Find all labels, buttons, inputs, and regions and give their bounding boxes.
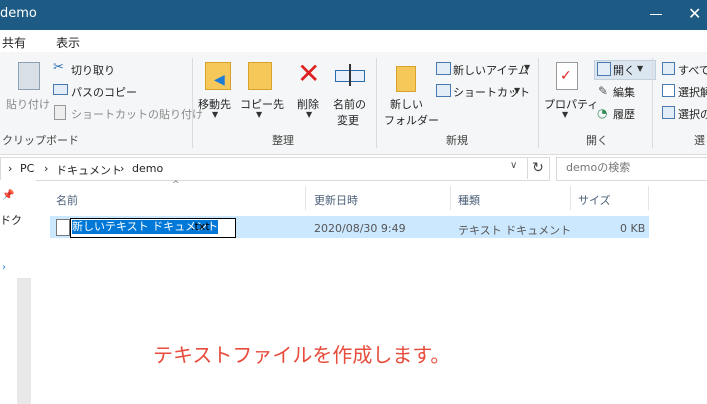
window-title: demo: [0, 6, 37, 21]
column-header-type[interactable]: 種類: [458, 192, 480, 208]
ribbon-separator: [376, 58, 377, 148]
column-header-name[interactable]: 名前: [56, 192, 78, 208]
paste-icon: [18, 62, 40, 90]
sort-arrow-icon: ^: [172, 180, 180, 190]
invert-selection-button[interactable]: 選択の: [678, 106, 707, 122]
new-item-button[interactable]: 新しいアイテム: [453, 62, 529, 78]
file-size: 0 KB: [620, 222, 646, 235]
column-separator[interactable]: [570, 186, 571, 210]
open-icon: [597, 62, 611, 76]
group-label-clipboard: クリップボード: [2, 134, 79, 147]
column-separator[interactable]: [305, 186, 306, 210]
rename-icon: [333, 62, 367, 88]
new-folder-button-line2[interactable]: フォルダー: [384, 112, 439, 128]
chevron-down-icon: ▼: [524, 63, 531, 72]
edit-icon: ✎: [598, 84, 609, 98]
edit-button[interactable]: 編集: [613, 84, 635, 100]
nav-item-documents[interactable]: ドク: [0, 212, 22, 228]
title-bar: [0, 0, 707, 30]
breadcrumb-sep-icon: ›: [44, 162, 49, 175]
chevron-down-icon: ▼: [562, 110, 569, 119]
tab-view[interactable]: 表示: [56, 34, 80, 51]
chevron-right-icon[interactable]: ›: [2, 262, 6, 273]
refresh-button[interactable]: ↻: [527, 158, 548, 179]
select-all-button[interactable]: すべて: [678, 62, 707, 78]
copy-path-icon: [53, 84, 68, 95]
copy-path-button[interactable]: パスのコピー: [71, 84, 137, 100]
chevron-down-icon: ▼: [212, 110, 219, 119]
file-type: テキスト ドキュメント: [458, 224, 572, 237]
ribbon-separator: [652, 58, 653, 148]
copy-to-icon: [248, 62, 272, 90]
column-header-modified[interactable]: 更新日時: [314, 192, 358, 208]
paste-shortcut-icon: [54, 105, 66, 120]
history-button[interactable]: 履歴: [613, 106, 635, 122]
close-icon[interactable]: ✕: [688, 4, 701, 23]
chevron-down-icon: ▼: [637, 64, 644, 73]
rename-button[interactable]: 名前の: [333, 96, 366, 112]
chevron-down-icon: ▼: [306, 110, 313, 119]
breadcrumb-demo[interactable]: demo: [132, 162, 163, 175]
minimize-icon[interactable]: [650, 14, 662, 15]
breadcrumb-documents[interactable]: ドキュメント: [56, 162, 122, 178]
pin-icon[interactable]: 📌: [2, 190, 14, 201]
chevron-down-icon: ▼: [514, 86, 521, 95]
open-button[interactable]: 開く: [613, 62, 635, 78]
tab-share[interactable]: 共有: [2, 34, 26, 51]
rename-extension: .txt: [191, 220, 210, 233]
menu-bar: [0, 30, 707, 52]
text-file-icon: [56, 219, 70, 236]
column-separator[interactable]: [450, 186, 451, 210]
cut-button[interactable]: 切り取り: [71, 62, 115, 78]
select-none-icon: [662, 84, 675, 97]
scissors-icon: ✂: [53, 60, 64, 75]
breadcrumb-sep-icon: ›: [8, 162, 13, 175]
chevron-down-icon: ▼: [256, 110, 263, 119]
arrow-left-icon: ◀: [214, 72, 225, 88]
new-folder-button[interactable]: 新しい: [390, 96, 423, 112]
group-label-new: 新規: [446, 134, 468, 147]
ribbon-separator: [192, 58, 193, 148]
caption-text: テキストファイルを作成します。: [153, 343, 451, 367]
paste-shortcut-button[interactable]: ショートカットの貼り付け: [71, 106, 203, 122]
new-folder-icon: [396, 66, 416, 92]
breadcrumb-pc[interactable]: PC: [20, 162, 34, 175]
ribbon-separator: [538, 58, 539, 148]
column-separator[interactable]: [648, 186, 649, 210]
select-all-icon: [662, 62, 675, 75]
breadcrumb-sep-icon: ›: [120, 162, 125, 175]
properties-button[interactable]: プロパティ: [544, 96, 598, 112]
group-label-open: 開く: [586, 134, 608, 147]
group-label-organize: 整理: [272, 134, 294, 147]
history-icon: ◔: [597, 106, 608, 120]
delete-icon: ✕: [297, 57, 321, 90]
new-item-icon: [436, 62, 451, 75]
select-none-button[interactable]: 選択解: [678, 84, 707, 100]
shortcut-icon: [436, 84, 451, 97]
paste-button[interactable]: 貼り付け: [6, 96, 50, 112]
group-label-select: 選: [694, 134, 705, 147]
file-modified: 2020/08/30 9:49: [314, 222, 406, 235]
invert-selection-icon: [662, 106, 675, 119]
rename-button-line2[interactable]: 変更: [337, 112, 359, 128]
chevron-down-icon[interactable]: ∨: [510, 160, 517, 171]
search-input[interactable]: [566, 161, 696, 174]
properties-icon: ✓: [556, 62, 578, 90]
column-header-size[interactable]: サイズ: [578, 192, 611, 208]
nav-scrollbar[interactable]: [17, 278, 31, 404]
